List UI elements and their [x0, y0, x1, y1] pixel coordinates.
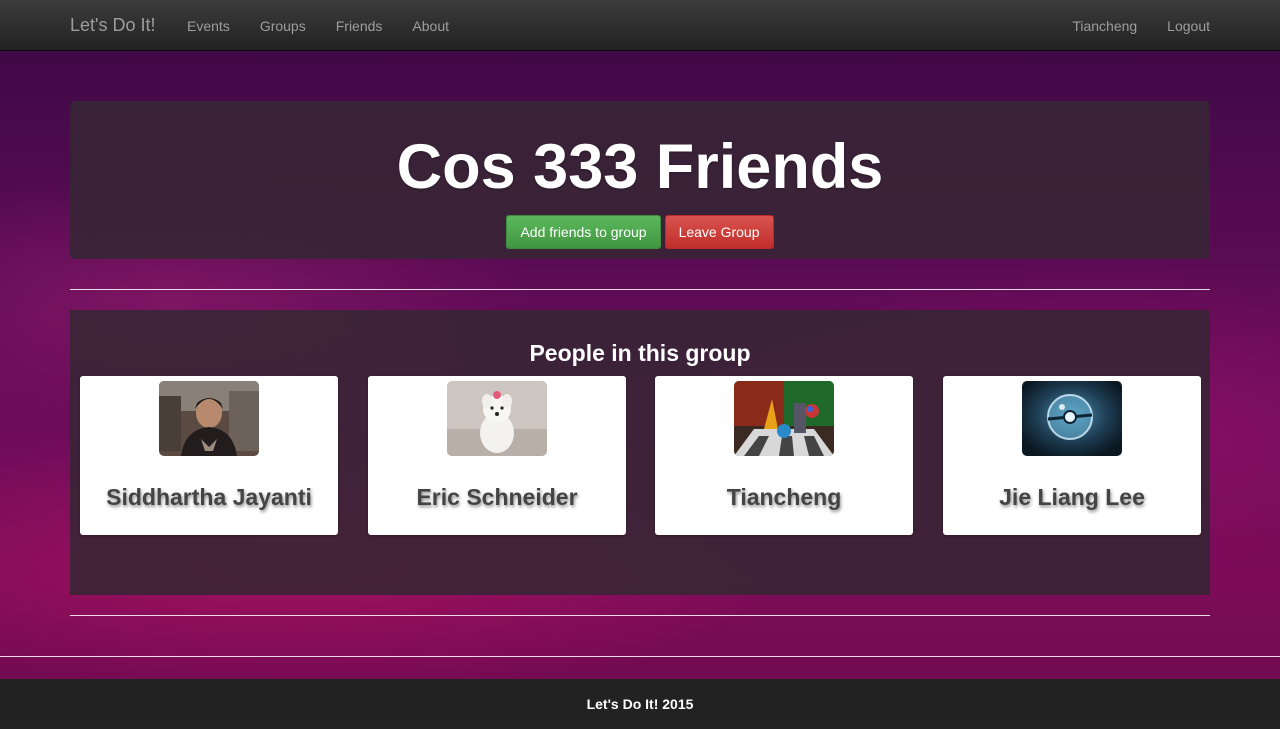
nav-left: Events Groups Friends About: [187, 18, 479, 34]
nav-friends[interactable]: Friends: [336, 18, 383, 34]
avatar: [734, 381, 834, 456]
navbar: Let's Do It! Events Groups Friends About…: [0, 0, 1280, 51]
brand-link[interactable]: Let's Do It!: [70, 15, 155, 36]
member-card[interactable]: Eric Schneider: [368, 376, 626, 535]
nav-right: Tiancheng Logout: [1042, 18, 1210, 34]
nav-about[interactable]: About: [412, 18, 449, 34]
group-actions: Add friends to group Leave Group: [0, 215, 1280, 249]
member-name: Siddhartha Jayanti: [106, 484, 312, 510]
nav-logout[interactable]: Logout: [1167, 18, 1210, 34]
nav-events[interactable]: Events: [187, 18, 230, 34]
member-name: Eric Schneider: [416, 484, 578, 510]
divider: [0, 656, 1280, 657]
member-card[interactable]: Tiancheng: [655, 376, 913, 535]
divider: [70, 289, 1210, 290]
footer-text: Let's Do It! 2015: [586, 696, 694, 712]
group-title: Cos 333 Friends: [396, 132, 884, 202]
nav-user-profile[interactable]: Tiancheng: [1072, 18, 1137, 34]
member-name: Tiancheng: [726, 484, 842, 510]
member-card[interactable]: Jie Liang Lee: [943, 376, 1201, 535]
people-heading: People in this group: [529, 340, 751, 366]
member-cards: Siddhartha Jayanti Eric Schneider Tianch…: [80, 376, 1201, 535]
footer: Let's Do It! 2015: [0, 679, 1280, 729]
member-card[interactable]: Siddhartha Jayanti: [80, 376, 338, 535]
leave-group-button[interactable]: Leave Group: [664, 215, 774, 249]
avatar: [159, 381, 259, 456]
avatar: [447, 381, 547, 456]
member-name: Jie Liang Lee: [999, 484, 1145, 510]
nav-groups[interactable]: Groups: [260, 18, 306, 34]
avatar: [1022, 381, 1122, 456]
divider: [70, 615, 1210, 616]
add-friends-button[interactable]: Add friends to group: [506, 215, 661, 249]
